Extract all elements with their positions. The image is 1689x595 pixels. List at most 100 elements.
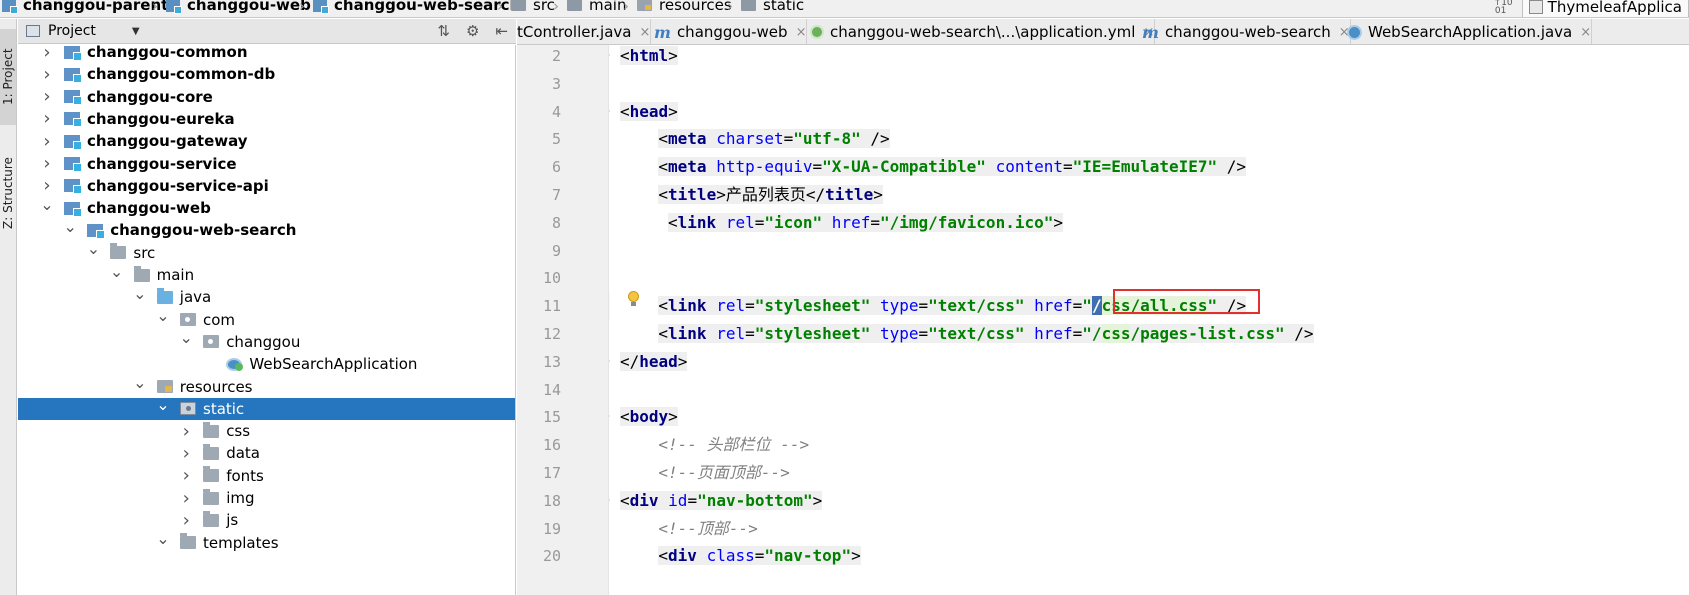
close-icon[interactable]: × — [640, 25, 651, 40]
chevron-right-icon[interactable]: › — [40, 153, 54, 175]
tree-item[interactable]: ⌄ src — [18, 239, 515, 264]
code-token: type — [879, 296, 919, 316]
chevron-down-icon[interactable]: ⌄ — [156, 305, 170, 327]
editor-tab[interactable]: m changgou-web × — [650, 19, 808, 44]
code-token: charset — [716, 129, 784, 149]
close-icon[interactable]: × — [1580, 25, 1591, 40]
chevron-right-icon[interactable]: › — [40, 45, 54, 63]
code-token: rel — [725, 212, 755, 232]
tree-item[interactable]: › changgou-common-db — [18, 63, 515, 85]
folder-icon — [203, 443, 220, 460]
tree-item[interactable]: ⌄ changgou-web — [18, 195, 515, 219]
chevron-right-icon[interactable]: › — [179, 465, 193, 487]
code-editor[interactable]: <html> <head> <meta charset="utf-8" /> <met… — [610, 45, 1689, 595]
code-token: "nav-bottom" — [697, 490, 813, 510]
tree-item[interactable]: ⌄ resources — [18, 373, 515, 398]
tree-item[interactable]: › changgou-gateway — [18, 130, 515, 152]
code-token: id — [668, 490, 688, 510]
tree-item-label: java — [179, 288, 212, 307]
tree-item[interactable]: ⌄ main — [18, 262, 515, 286]
tree-item[interactable]: › changgou-eureka — [18, 108, 515, 130]
code-token: > — [716, 185, 726, 204]
code-token: / — [1091, 296, 1102, 316]
close-icon[interactable]: × — [796, 25, 807, 40]
chevron-down-icon[interactable]: ▼ — [132, 26, 140, 37]
chevron-down-icon[interactable]: ⌄ — [179, 327, 193, 349]
code-token: "IE=EmulateIE7" — [1072, 157, 1218, 177]
breadcrumb-item[interactable]: src — [511, 0, 555, 15]
line-number: 20 — [542, 547, 561, 566]
editor-tab[interactable]: m changgou-web-search × — [1138, 19, 1351, 44]
hide-panel-icon[interactable]: ⇤ — [495, 22, 508, 40]
chevron-right-icon[interactable]: › — [179, 509, 193, 531]
tree-item[interactable]: ⌄ java — [18, 284, 515, 308]
project-view-selector[interactable]: Project — [48, 23, 96, 39]
tree-item-label: changgou-web — [87, 199, 211, 218]
tree-item[interactable]: › css — [18, 420, 515, 442]
code-token: < — [620, 101, 630, 121]
chevron-right-icon[interactable]: › — [179, 420, 193, 442]
tree-item[interactable]: ⌄ com — [18, 306, 515, 331]
code-line: <html> — [620, 45, 678, 70]
line-number: 3 — [551, 74, 561, 93]
chevron-right-icon[interactable]: › — [179, 442, 193, 464]
tree-item[interactable]: ⌄ changgou — [18, 328, 515, 353]
tree-item[interactable]: › changgou-service-api — [18, 175, 515, 197]
chevron-down-icon[interactable]: ⌄ — [156, 528, 170, 550]
tree-item[interactable]: › fonts — [18, 465, 515, 487]
tree-item[interactable]: › changgou-common — [18, 45, 515, 63]
code-token: "stylesheet" — [754, 324, 871, 343]
breadcrumb-label: changgou-web-search — [334, 0, 521, 14]
tree-item-label: css — [226, 422, 251, 441]
code-token: < — [620, 46, 630, 65]
chevron-down-icon[interactable]: ⌄ — [40, 193, 54, 215]
code-token: content — [995, 157, 1064, 177]
tree-item[interactable]: › changgou-service — [18, 153, 515, 175]
chevron-right-icon[interactable]: › — [179, 487, 193, 509]
collapse-all-icon[interactable]: ⇅ — [437, 22, 450, 40]
chevron-right-icon[interactable]: › — [40, 130, 54, 152]
tree-item[interactable]: › changgou-core — [18, 86, 515, 108]
class-icon — [226, 357, 244, 371]
tree-item[interactable]: › js — [18, 509, 515, 531]
line-number: 11 — [542, 297, 561, 316]
intention-bulb-icon[interactable] — [625, 289, 641, 309]
breadcrumb-item[interactable]: main — [567, 0, 626, 15]
code-token: body — [629, 407, 669, 427]
tree-item-label: fonts — [226, 466, 264, 485]
chevron-down-icon[interactable]: ⌄ — [133, 372, 147, 394]
breadcrumb-item[interactable]: resources — [637, 0, 732, 15]
editor-tab[interactable]: WebSearchApplication.java × — [1343, 19, 1593, 44]
tree-item[interactable]: ⌄ static — [18, 395, 515, 420]
tree-item[interactable]: › img — [18, 487, 515, 509]
editor-tab[interactable]: changgou-web-search\...\application.yml × — [806, 19, 1156, 44]
code-token: > — [851, 546, 861, 566]
chevron-down-icon[interactable]: ⌄ — [110, 260, 124, 282]
chevron-down-icon[interactable]: ⌄ — [86, 238, 100, 260]
line-number: 5 — [551, 130, 561, 149]
breadcrumb-item[interactable]: changgou-web — [166, 0, 311, 15]
code-token: = — [812, 157, 823, 177]
chevron-down-icon[interactable]: ⌄ — [133, 282, 147, 304]
chevron-right-icon[interactable]: › — [40, 108, 54, 130]
breadcrumb-item[interactable]: static — [741, 0, 804, 15]
run-configuration-selector[interactable]: ThymeleafApplica — [1521, 0, 1689, 17]
code-token: > — [677, 351, 688, 371]
chevron-down-icon[interactable]: ⌄ — [63, 215, 77, 237]
tool-tab-project[interactable]: 1: Project — [0, 29, 16, 125]
gear-icon[interactable]: ⚙ — [466, 22, 479, 40]
line-number: 14 — [542, 380, 561, 399]
breadcrumb-item[interactable]: changgou-parent — [2, 0, 168, 15]
tree-item[interactable]: WebSearchApplication — [18, 353, 515, 375]
editor-tab-bar: tController.java × m changgou-web × changgou-… — [517, 19, 1689, 45]
sort-order-icon[interactable]: ↑10 01 — [1494, 0, 1513, 16]
chevron-right-icon[interactable]: › — [40, 63, 54, 85]
tree-item[interactable]: › data — [18, 442, 515, 464]
chevron-down-icon[interactable]: ⌄ — [156, 394, 170, 416]
tool-tab-structure[interactable]: Z: Structure — [0, 139, 16, 247]
code-token: = — [918, 296, 929, 316]
breadcrumb-item[interactable]: changgou-web-search — [313, 0, 520, 15]
project-view-icon — [26, 25, 40, 37]
tree-item[interactable]: ⌄ templates — [18, 529, 515, 554]
chevron-right-icon[interactable]: › — [40, 86, 54, 108]
